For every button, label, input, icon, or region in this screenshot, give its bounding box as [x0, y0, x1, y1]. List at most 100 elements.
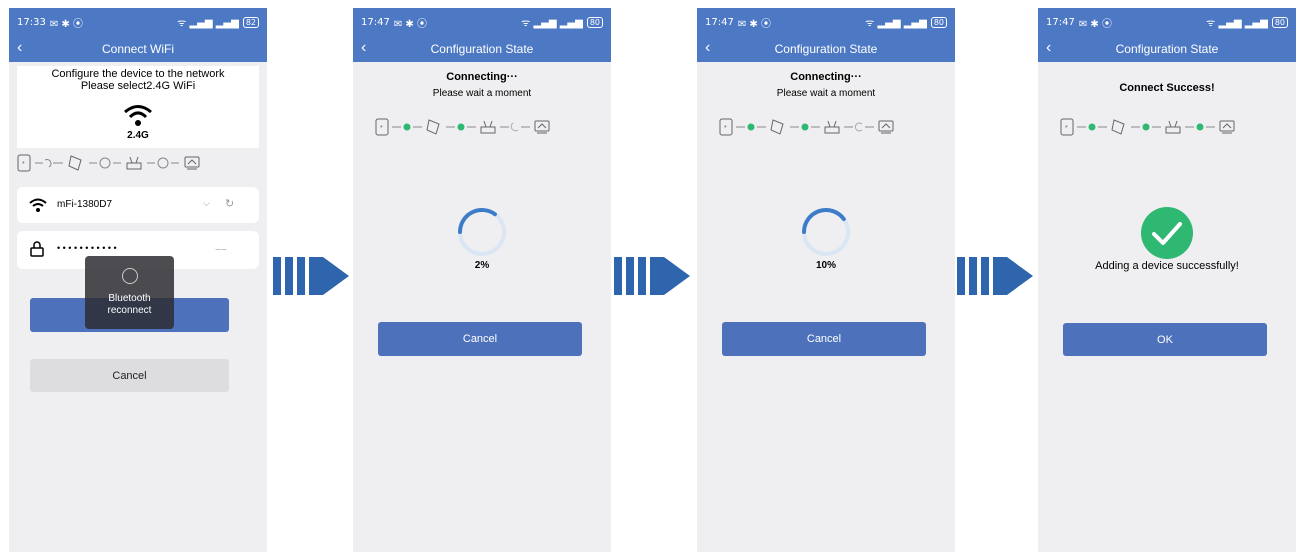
ok-button[interactable]: OK [1063, 323, 1267, 356]
page-title: Connect WiFi [101, 42, 175, 56]
step-indicator: * [17, 154, 201, 172]
status-time: 17:47 [1046, 16, 1075, 28]
title-bar: ‹ Connect WiFi [9, 36, 267, 62]
cancel-button-label: Cancel [112, 369, 147, 382]
battery-indicator: 82 [242, 16, 259, 28]
step-2-done-icon [446, 123, 476, 131]
intro-line-1: Configure the device to the network [51, 68, 225, 80]
progress-spinner [802, 208, 850, 256]
intro-card: Configure the device to the network Plea… [17, 66, 259, 148]
status-bar: 17:47 ✉ ✱ ⦿ ᯤ ▂▄▆ ▂▄▆ 80 [697, 8, 955, 36]
ssid-value: mFi-1380D7 [57, 199, 113, 210]
intro-line-2: Please select2.4G WiFi [80, 80, 196, 92]
signal-icon: ᯤ ▂▄▆ ▂▄▆ [177, 18, 239, 29]
back-icon[interactable]: ‹ [705, 39, 710, 57]
status-icons: ✉ ✱ ⦿ [737, 18, 771, 30]
battery-indicator: 80 [586, 16, 603, 28]
wifi-icon [124, 105, 152, 126]
status-icons: ✉ ✱ ⦿ [49, 18, 83, 30]
step-indicator: * [1060, 118, 1236, 136]
battery-indicator: 80 [1271, 16, 1288, 28]
step-3-done-icon [1185, 123, 1215, 131]
signal-icon: ᯤ ▂▄▆ ▂▄▆ [521, 18, 583, 29]
step-1-done-icon [736, 123, 766, 131]
step-2-done-icon [1131, 123, 1161, 131]
phone-icon: * [1060, 118, 1074, 136]
refresh-icon[interactable]: ↻ [225, 197, 234, 210]
cancel-button[interactable]: Cancel [30, 359, 229, 392]
svg-text:*: * [22, 161, 25, 168]
step-3-pending-icon [500, 122, 530, 132]
back-icon[interactable]: ‹ [1046, 39, 1051, 57]
router-icon [480, 120, 496, 134]
toast-text: Bluetooth reconnect [107, 293, 152, 316]
arrow-right-icon [273, 257, 349, 295]
status-icons: ✉ ✱ ⦿ [393, 18, 427, 30]
back-icon[interactable]: ‹ [361, 39, 366, 57]
router-icon [824, 120, 840, 134]
progress-percent: 2% [474, 260, 490, 271]
status-time: 17:47 [705, 16, 734, 28]
cancel-button-label: Cancel [462, 333, 498, 345]
status-bar: 17:47 ✉ ✱ ⦿ ᯤ ▂▄▆ ▂▄▆ 80 [1038, 8, 1296, 36]
device-icon [1111, 119, 1125, 135]
screen-configuration-3: 17:47 ✉ ✱ ⦿ ᯤ ▂▄▆ ▂▄▆ 80 ‹ Configuration S… [697, 8, 955, 552]
spinner-icon [121, 268, 138, 284]
svg-text:*: * [1065, 125, 1068, 132]
status-heading: Connect Success! [1119, 82, 1215, 94]
cloud-icon [1219, 120, 1235, 134]
title-bar: ‹ Configuration State [1038, 36, 1296, 62]
ssid-field[interactable]: mFi-1380D7 ⌵ ↻ [17, 187, 259, 223]
screen-connect-success: 17:47 ✉ ✱ ⦿ ᯤ ▂▄▆ ▂▄▆ 80 ‹ Configuration S… [1038, 8, 1296, 552]
step-spinner-icon [35, 159, 63, 168]
status-bar: 17:33 ✉ ✱ ⦿ ᯤ ▂▄▆ ▂▄▆ 82 [9, 8, 267, 36]
cancel-button[interactable]: Cancel [722, 322, 926, 356]
page-title: Configuration State [1115, 42, 1219, 56]
step-3-marker [147, 157, 179, 169]
status-time: 17:47 [361, 16, 390, 28]
progress-percent: 10% [815, 260, 836, 271]
status-heading: Connecting··· [790, 71, 862, 83]
eye-closed-icon[interactable]: ⌣⌣ [215, 244, 227, 255]
step-indicator: * [719, 118, 895, 136]
status-icons: ✉ ✱ ⦿ [1078, 18, 1112, 30]
svg-text:*: * [724, 125, 727, 132]
router-icon [1165, 120, 1181, 134]
arrow-right-icon [614, 257, 690, 295]
status-heading: Connecting··· [446, 71, 518, 83]
screen-configuration-2: 17:47 ✉ ✱ ⦿ ᯤ ▂▄▆ ▂▄▆ 80 ‹ Configuration S… [353, 8, 611, 552]
cloud-icon [878, 120, 894, 134]
ok-button-label: OK [1157, 333, 1173, 346]
arrow-right-icon [957, 257, 1033, 295]
step-1-done-icon [392, 123, 422, 131]
title-bar: ‹ Configuration State [353, 36, 611, 62]
step-indicator: * [375, 118, 551, 136]
cancel-button-label: Cancel [806, 333, 842, 345]
router-icon [126, 156, 142, 170]
phone-icon: * [17, 154, 31, 172]
cloud-icon [184, 156, 200, 170]
lock-icon [30, 241, 44, 257]
device-icon [770, 119, 784, 135]
signal-icon: ᯤ ▂▄▆ ▂▄▆ [1206, 18, 1268, 29]
cancel-button[interactable]: Cancel [378, 322, 582, 356]
step-2-done-icon [790, 123, 820, 131]
device-icon [426, 119, 440, 135]
progress-spinner [458, 208, 506, 256]
cloud-icon [534, 120, 550, 134]
back-icon[interactable]: ‹ [17, 39, 22, 57]
status-bar: 17:47 ✉ ✱ ⦿ ᯤ ▂▄▆ ▂▄▆ 80 [353, 8, 611, 36]
screen-connect-wifi: 17:33 ✉ ✱ ⦿ ᯤ ▂▄▆ ▂▄▆ 82 ‹ Connect WiFi Co… [9, 8, 267, 552]
band-label: 2.4G [127, 130, 149, 141]
status-time: 17:33 [17, 16, 46, 28]
page-title: Configuration State [430, 42, 534, 56]
step-1-done-icon [1077, 123, 1107, 131]
title-bar: ‹ Configuration State [697, 36, 955, 62]
page-title: Configuration State [774, 42, 878, 56]
wifi-icon [29, 198, 47, 212]
status-subheading: Please wait a moment [432, 88, 532, 99]
loading-toast: Bluetooth reconnect [85, 256, 174, 329]
chevron-down-icon[interactable]: ⌵ [203, 198, 210, 209]
step-2-marker [89, 157, 121, 169]
status-subheading: Please wait a moment [776, 88, 876, 99]
